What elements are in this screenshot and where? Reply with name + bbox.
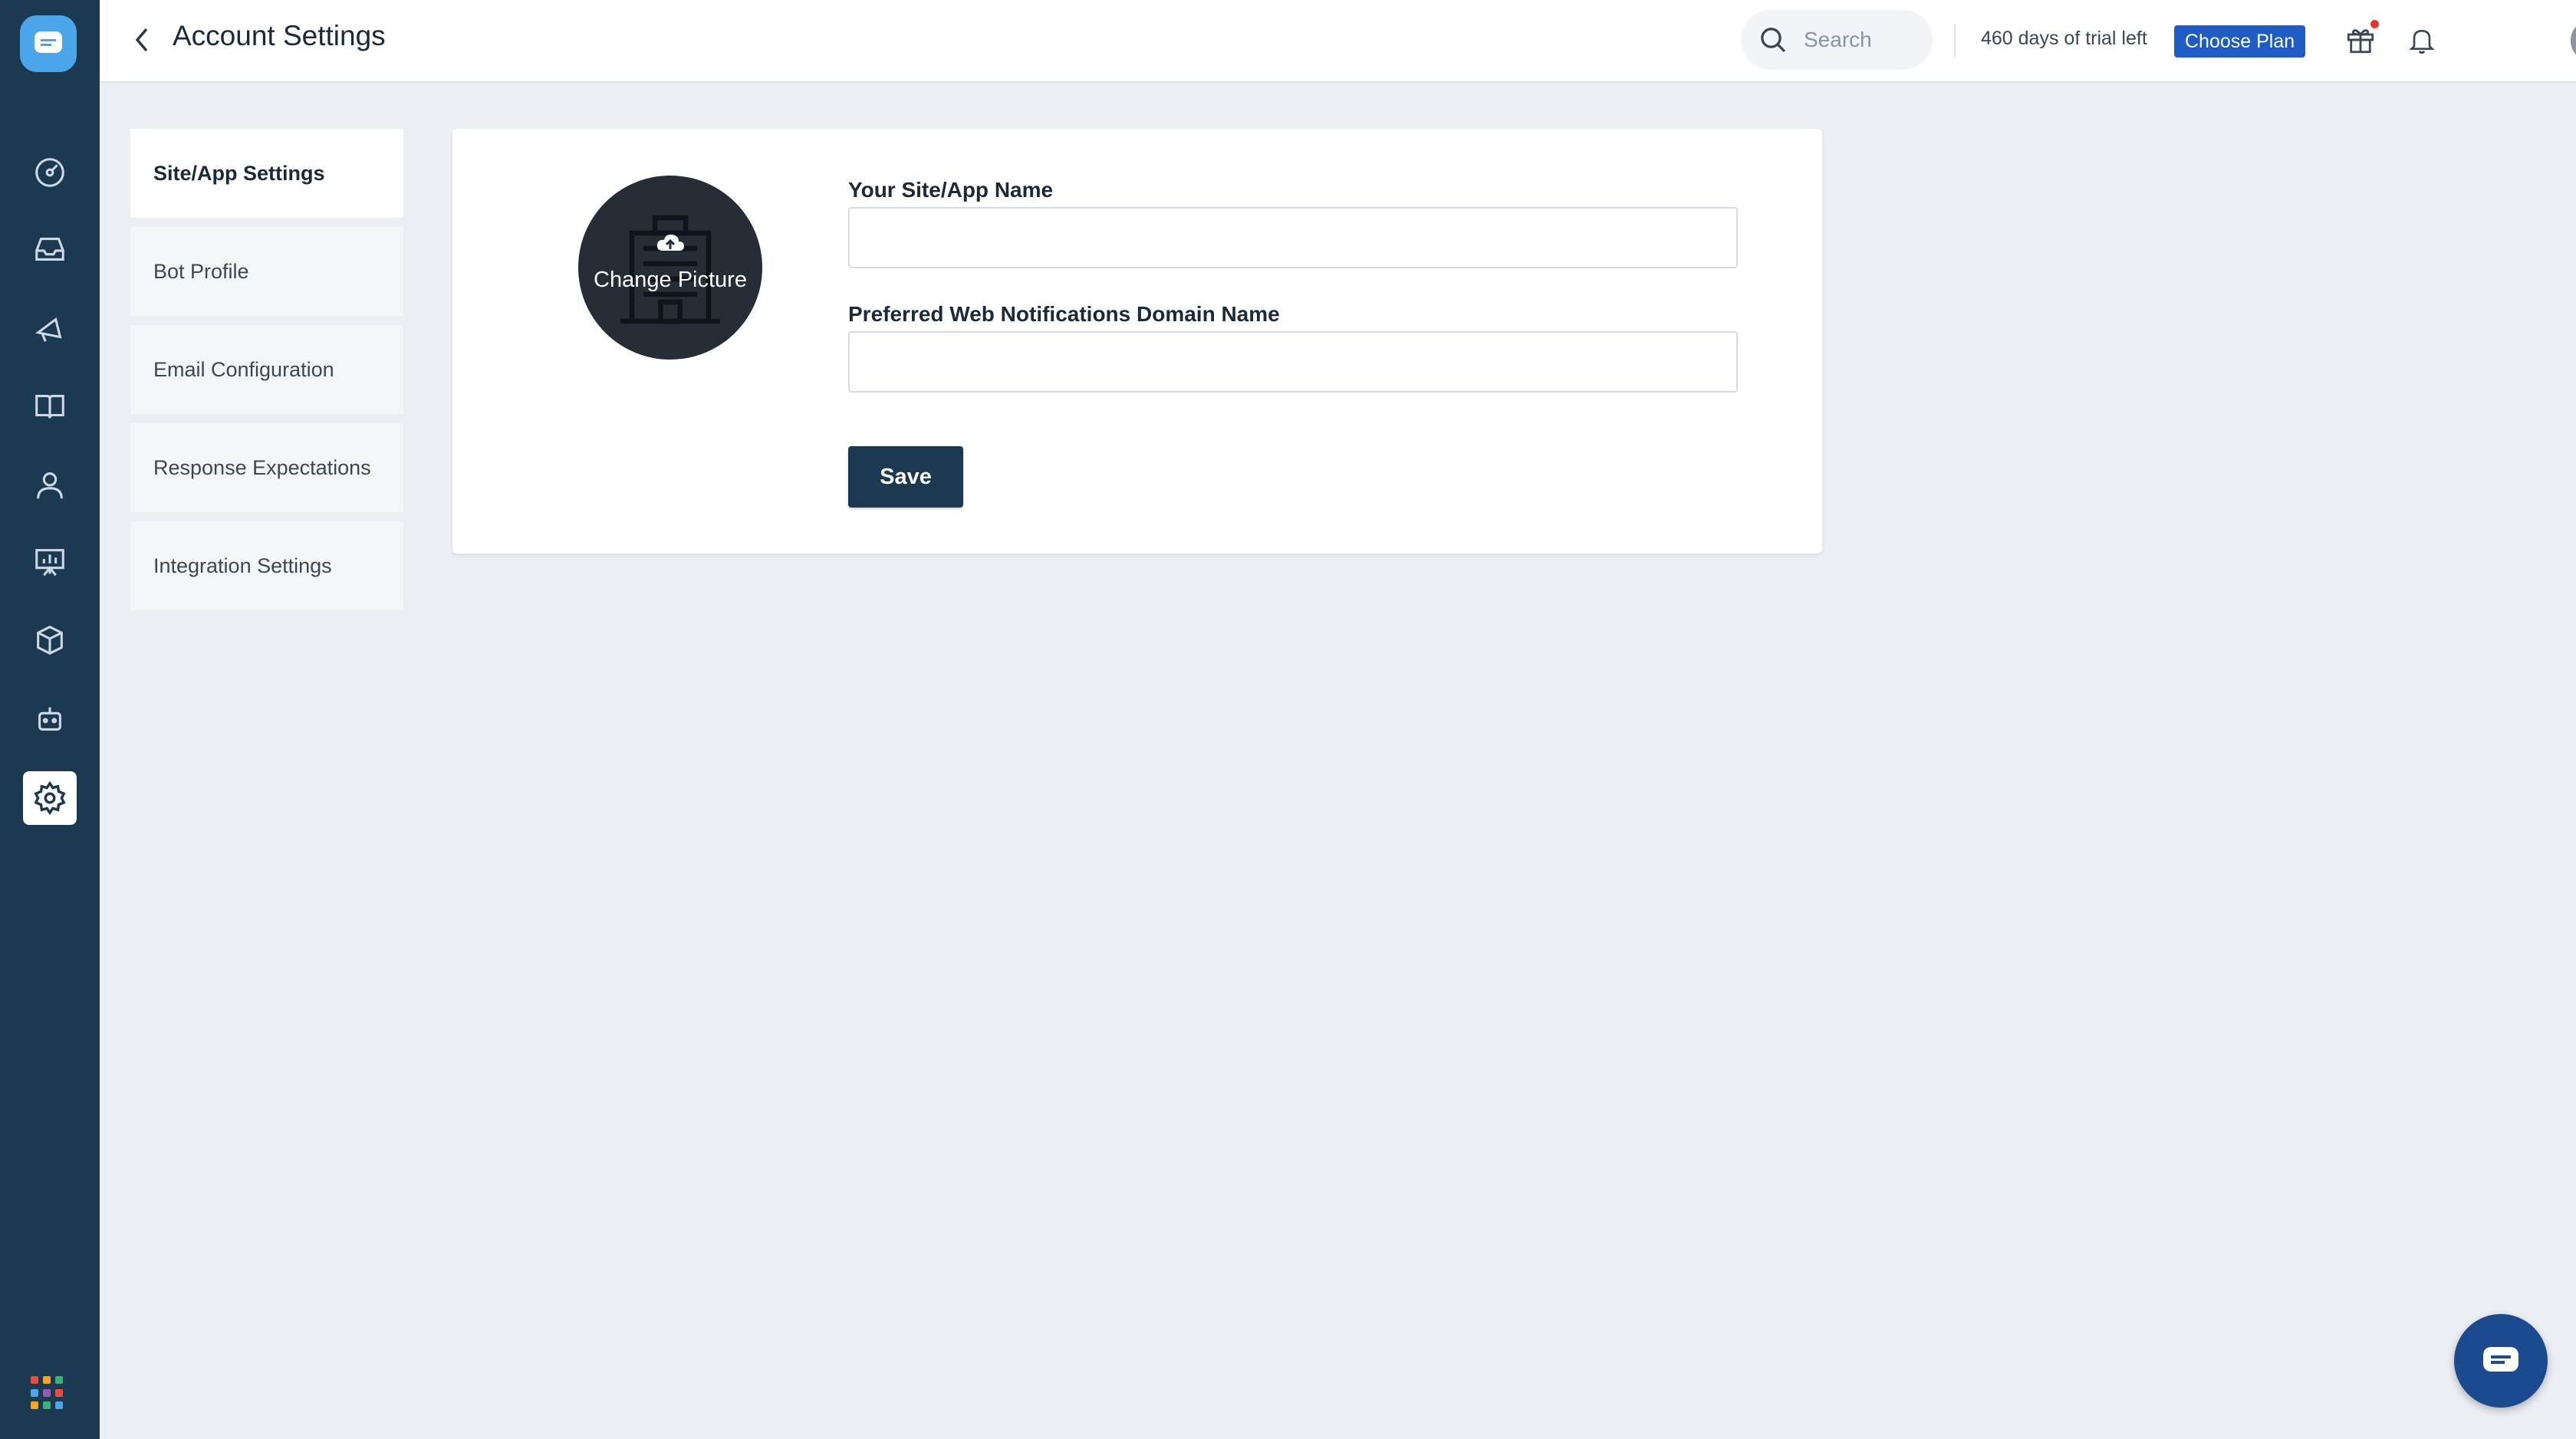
chat-logo-icon: [35, 31, 62, 53]
cloud-upload-icon: [656, 234, 684, 251]
gift-button[interactable]: [2341, 20, 2380, 60]
apps-dot: [43, 1376, 51, 1384]
apps-dot: [55, 1401, 63, 1410]
apps-launcher-icon[interactable]: [31, 1376, 64, 1410]
contacts-icon: [37, 472, 63, 499]
avatar[interactable]: [2571, 20, 2576, 61]
apps-dot: [31, 1376, 38, 1384]
change-picture-button[interactable]: Change Picture: [578, 176, 762, 360]
apps-dot: [55, 1376, 63, 1384]
trial-status-text: 460 days of trial left: [1981, 28, 2147, 49]
notification-dot: [2370, 20, 2379, 28]
campaigns-icon: [35, 317, 62, 342]
nav-campaigns[interactable]: [23, 303, 77, 356]
nav-integrations[interactable]: [23, 613, 77, 667]
chat-widget-button[interactable]: [2454, 1314, 2548, 1408]
search-box[interactable]: [1741, 10, 1933, 70]
reports-icon: [35, 549, 64, 577]
apps-dot: [43, 1388, 51, 1397]
nav-contacts[interactable]: [23, 458, 77, 512]
settings-icon: [34, 780, 66, 816]
nav-dashboard[interactable]: [23, 146, 77, 199]
settings-nav-bot-profile[interactable]: Bot Profile: [130, 227, 403, 316]
gift-icon: [2347, 29, 2374, 54]
bell-icon: [2409, 29, 2435, 54]
app-logo[interactable]: [20, 15, 77, 72]
bot-icon: [38, 707, 61, 731]
header-divider: [1954, 25, 1956, 57]
nav-settings[interactable]: [23, 771, 77, 825]
settings-nav-response-expectations[interactable]: Response Expectations: [130, 423, 403, 512]
user-avatar-icon: [2571, 20, 2576, 61]
domain-name-input[interactable]: [848, 331, 1738, 393]
knowledge-base-icon: [35, 395, 64, 419]
top-bar: Account Settings 460 days of trial left …: [100, 0, 2576, 83]
settings-nav-integration-settings[interactable]: Integration Settings: [130, 521, 403, 610]
apps-dot: [43, 1401, 51, 1410]
settings-nav-email-configuration[interactable]: Email Configuration: [130, 325, 403, 414]
nav-knowledge-base[interactable]: [23, 379, 77, 433]
search-icon: [1761, 28, 1786, 53]
dashboard-icon: [35, 158, 64, 187]
chevron-left-icon: [135, 28, 148, 52]
search-input[interactable]: [1802, 27, 1928, 53]
left-nav-rail: [0, 0, 100, 1439]
nav-inbox[interactable]: [23, 222, 77, 276]
apps-dot: [31, 1388, 38, 1397]
save-button[interactable]: Save: [848, 446, 963, 508]
notifications-button[interactable]: [2402, 20, 2442, 60]
integrations-icon: [37, 626, 63, 655]
change-picture-label: Change Picture: [594, 268, 747, 292]
choose-plan-button[interactable]: Choose Plan: [2174, 25, 2306, 57]
apps-dot: [55, 1388, 63, 1397]
domain-name-label: Preferred Web Notifications Domain Name: [848, 302, 1280, 326]
back-button[interactable]: [123, 20, 163, 60]
apps-dot: [31, 1401, 38, 1410]
settings-nav: Site/App Settings Bot Profile Email Conf…: [130, 129, 403, 619]
site-name-label: Your Site/App Name: [848, 178, 1054, 202]
chat-bubble-icon: [2483, 1347, 2518, 1372]
site-app-settings-card: Change Picture Your Site/App Name Prefer…: [452, 129, 1822, 554]
site-name-input[interactable]: [848, 207, 1738, 268]
nav-bots[interactable]: [23, 692, 77, 746]
settings-nav-site-app-settings[interactable]: Site/App Settings: [130, 129, 403, 218]
nav-reports[interactable]: [23, 535, 77, 589]
page-title: Account Settings: [173, 20, 386, 51]
inbox-icon: [35, 238, 64, 261]
